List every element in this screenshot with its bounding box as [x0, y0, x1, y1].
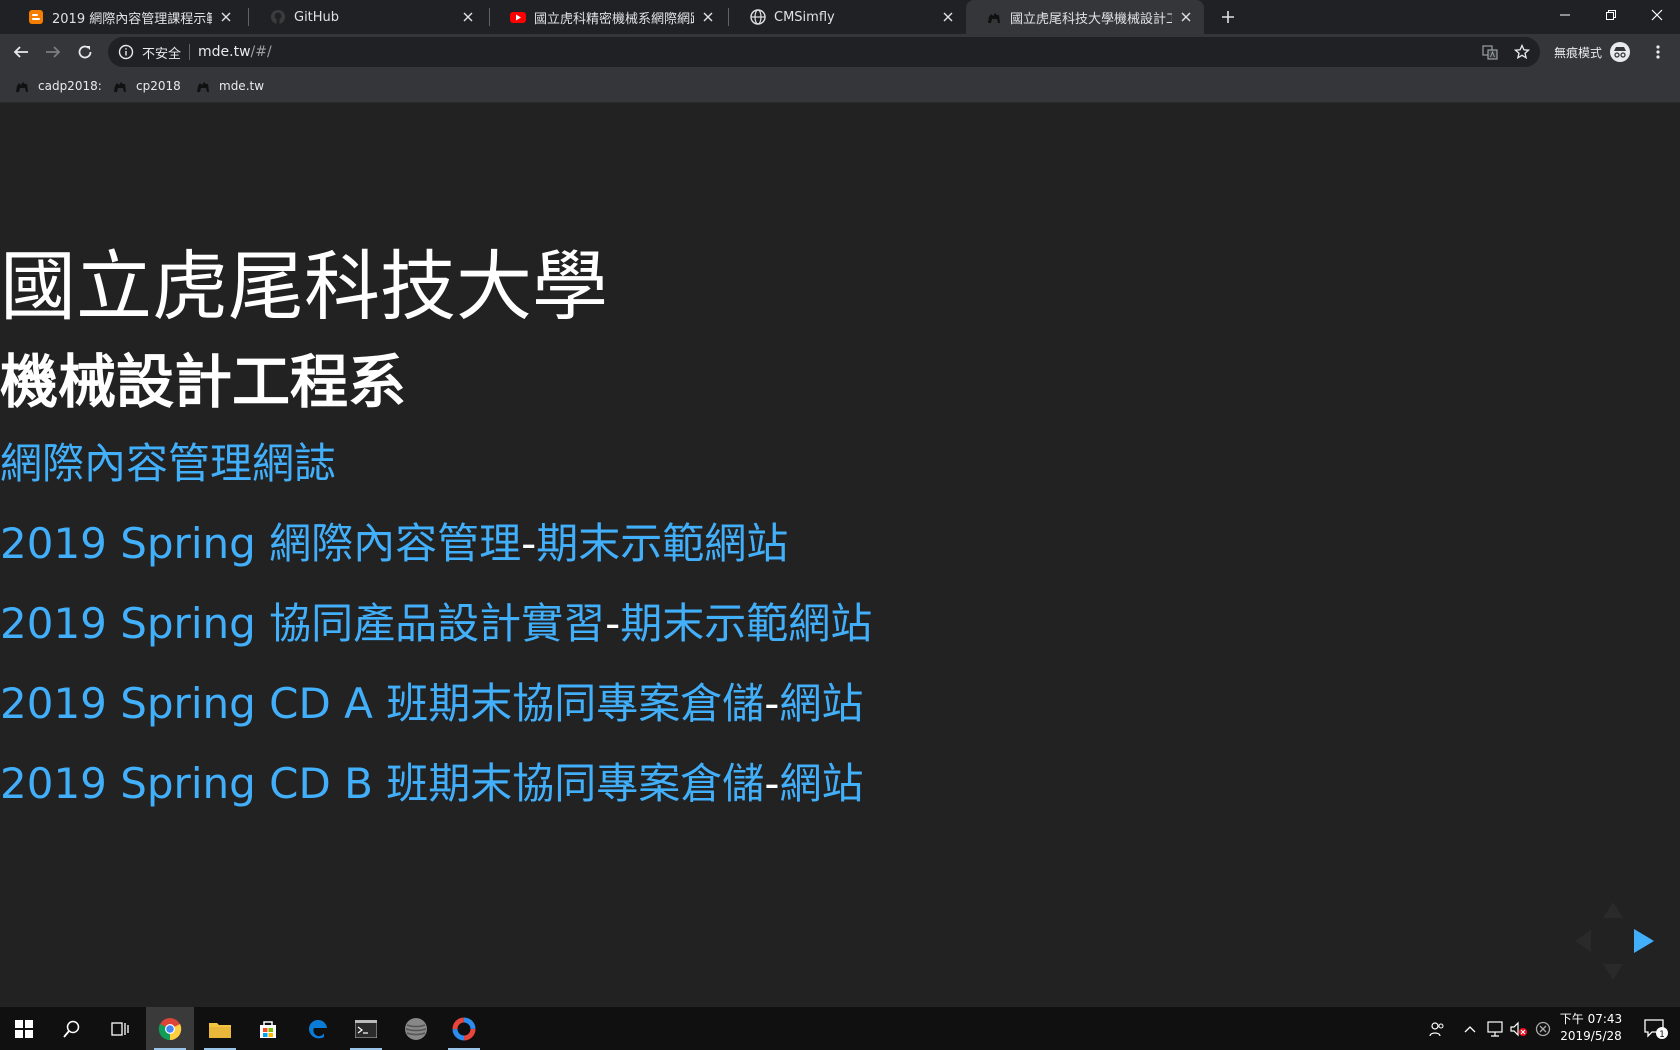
- new-tab-button[interactable]: [1216, 5, 1240, 29]
- store-icon[interactable]: [244, 1007, 292, 1050]
- minimize-button[interactable]: [1542, 0, 1588, 30]
- ring-app-icon[interactable]: [440, 1007, 488, 1050]
- bookmark-mde[interactable]: mde.tw: [195, 76, 264, 96]
- blogger-icon: [28, 9, 44, 25]
- link-text: 2019 Spring CD A 班期末協同專案倉儲: [0, 679, 765, 728]
- tab-title: 2019 網際內容管理課程示範網誌: [52, 11, 212, 27]
- incognito-indicator[interactable]: 無痕模式: [1554, 42, 1631, 62]
- page-subtitle: 機械設計工程系: [0, 348, 407, 416]
- incognito-icon: [1610, 42, 1631, 62]
- error-status-icon[interactable]: [1532, 1007, 1554, 1050]
- tab-separator: [248, 8, 249, 26]
- clock-time: 下午 07:43: [1559, 1012, 1623, 1026]
- tab-title: CMSimfly: [774, 9, 835, 25]
- link-text: 網站: [779, 679, 864, 728]
- info-icon[interactable]: [118, 44, 134, 60]
- close-icon[interactable]: [940, 9, 956, 25]
- camel-icon: [114, 82, 126, 92]
- close-icon[interactable]: [1178, 9, 1194, 25]
- close-icon[interactable]: [218, 9, 234, 25]
- page-title: 國立虎尾科技大學: [0, 242, 608, 331]
- windows-start-icon[interactable]: [0, 1007, 48, 1050]
- reload-button[interactable]: [71, 38, 99, 66]
- bookmark-cadp2018[interactable]: cadp2018:: [14, 76, 102, 96]
- tab-youtube[interactable]: 國立虎科精密機械系網際網路管理: [490, 0, 726, 34]
- taskbar: 下午 07:43 2019/5/28 1: [0, 1007, 1680, 1050]
- task-view-icon[interactable]: [96, 1007, 144, 1050]
- link-text: 2019 Spring 網際內容管理: [0, 519, 522, 568]
- address-bar[interactable]: 不安全 mde.tw/#/: [108, 37, 1540, 67]
- youtube-icon: [510, 9, 526, 25]
- search-icon[interactable]: [48, 1007, 96, 1050]
- nav-right-arrow-icon[interactable]: [1633, 928, 1655, 958]
- clock[interactable]: 下午 07:43 2019/5/28: [1556, 1011, 1626, 1045]
- link-dash: -: [764, 679, 780, 728]
- notification-count: 1: [1659, 1030, 1665, 1040]
- volume-muted-icon[interactable]: [1508, 1007, 1530, 1050]
- chevron-up-icon[interactable]: [1460, 1007, 1480, 1050]
- link-cms-blog[interactable]: 網際內容管理網誌: [0, 430, 1680, 491]
- tab-title: GitHub: [294, 9, 340, 25]
- tab-cmsimfly[interactable]: CMSimfly: [730, 0, 966, 34]
- camel-icon: [986, 9, 1002, 25]
- close-window-button[interactable]: [1634, 0, 1680, 30]
- camel-icon: [197, 82, 209, 92]
- link-dash: -: [764, 759, 780, 808]
- incognito-label: 無痕模式: [1554, 45, 1603, 60]
- link-cad-final-site[interactable]: 2019 Spring 協同產品設計實習-期末示範網站: [0, 590, 1680, 651]
- link-dash: -: [605, 599, 621, 648]
- bookmark-cp2018[interactable]: cp2018: [112, 76, 181, 96]
- link-text: 2019 Spring CD B 班期末協同專案倉儲: [0, 759, 765, 808]
- browser-toolbar: 不安全 mde.tw/#/ 無痕模式: [0, 34, 1680, 70]
- clock-date: 2019/5/28: [1560, 1029, 1622, 1043]
- url-path: /#/: [250, 44, 272, 60]
- file-explorer-icon[interactable]: [196, 1007, 244, 1050]
- tab-title: 國立虎科精密機械系網際網路管理: [534, 11, 694, 27]
- chrome-icon[interactable]: [146, 1007, 194, 1050]
- nav-up-arrow-icon[interactable]: [1602, 901, 1624, 923]
- notification-center-icon[interactable]: 1: [1636, 1007, 1676, 1050]
- bookmark-label: cp2018: [136, 79, 181, 93]
- bookmark-label: cadp2018:: [38, 79, 102, 93]
- tab-blogger[interactable]: 2019 網際內容管理課程示範網誌: [8, 0, 244, 34]
- camel-icon: [16, 82, 28, 92]
- link-text: 網際內容管理網誌: [0, 439, 337, 488]
- link-text: 期末示範網站: [536, 519, 789, 568]
- forward-button[interactable]: [39, 38, 67, 66]
- url-host: mde.tw: [198, 44, 251, 60]
- network-icon[interactable]: [1484, 1007, 1506, 1050]
- tab-title: 國立虎尾科技大學機械設計工程系: [1010, 11, 1172, 27]
- link-cms-final-site[interactable]: 2019 Spring 網際內容管理-期末示範網站: [0, 510, 1680, 571]
- bookmark-star-icon[interactable]: [1508, 38, 1536, 66]
- back-button[interactable]: [7, 38, 35, 66]
- link-cda-repo-site[interactable]: 2019 Spring CD A 班期末協同專案倉儲-網站: [0, 670, 1680, 731]
- link-dash: -: [521, 519, 537, 568]
- terminal-icon[interactable]: [342, 1007, 390, 1050]
- close-icon[interactable]: [700, 9, 716, 25]
- restore-button[interactable]: [1588, 0, 1634, 30]
- people-icon[interactable]: [1424, 1007, 1450, 1050]
- page-content: 國立虎尾科技大學 機械設計工程系 網際內容管理網誌 2019 Spring 網際…: [0, 103, 1680, 1007]
- tab-separator: [728, 8, 729, 26]
- link-cdb-repo-site[interactable]: 2019 Spring CD B 班期末協同專案倉儲-網站: [0, 750, 1680, 811]
- security-label: 不安全: [142, 46, 182, 62]
- nav-left-arrow-icon[interactable]: [1574, 929, 1592, 957]
- bookmark-label: mde.tw: [219, 79, 265, 93]
- translate-icon[interactable]: [1476, 38, 1504, 66]
- sphere-app-icon[interactable]: [392, 1007, 440, 1050]
- globe-icon: [750, 9, 766, 25]
- nav-down-arrow-icon[interactable]: [1602, 963, 1624, 985]
- tab-strip: 2019 網際內容管理課程示範網誌 GitHub 國立虎科精密機械系網際網路管理…: [0, 0, 1680, 34]
- tab-mde-active[interactable]: 國立虎尾科技大學機械設計工程系: [966, 0, 1204, 34]
- close-icon[interactable]: [460, 9, 476, 25]
- link-text: 2019 Spring 協同產品設計實習: [0, 599, 606, 648]
- link-text: 期末示範網站: [620, 599, 873, 648]
- menu-icon[interactable]: [1644, 38, 1672, 66]
- github-icon: [270, 9, 286, 25]
- edge-icon[interactable]: [294, 1007, 342, 1050]
- tab-github[interactable]: GitHub: [250, 0, 486, 34]
- bookmarks-bar: cadp2018: cp2018 mde.tw: [0, 70, 1680, 103]
- link-text: 網站: [779, 759, 864, 808]
- divider: [189, 44, 191, 60]
